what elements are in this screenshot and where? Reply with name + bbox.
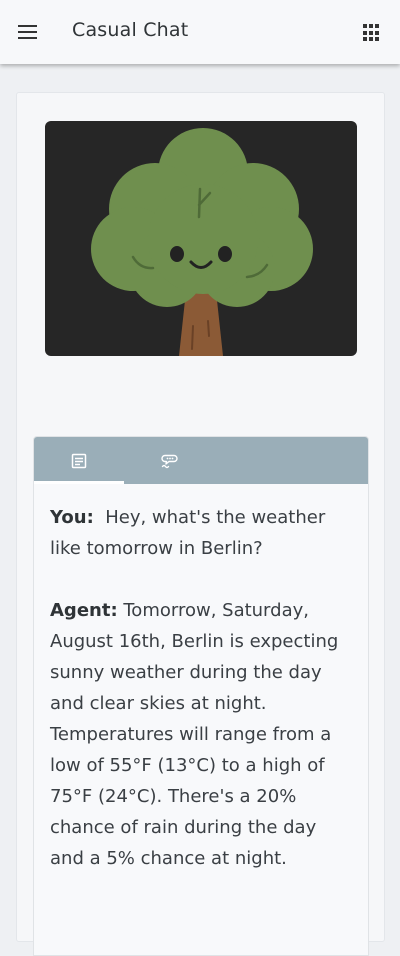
message-agent: Agent: Tomorrow, Saturday, August 16th, … <box>50 595 352 874</box>
message-text: Tomorrow, Saturday, August 16th, Berlin … <box>50 600 339 869</box>
transcript-panel: You: Hey, what's the weather like tomorr… <box>33 436 369 956</box>
tree-image <box>91 128 313 356</box>
message-speaker: You: <box>50 507 94 528</box>
tree-illustration <box>45 121 357 356</box>
voice-chat-icon <box>161 454 178 468</box>
tab-text-transcript[interactable] <box>34 437 124 484</box>
app-bar: Casual Chat <box>0 0 400 64</box>
transcript-text: You: Hey, what's the weather like tomorr… <box>34 484 368 874</box>
tab-bar <box>34 437 368 484</box>
message-user: You: Hey, what's the weather like tomorr… <box>50 502 352 564</box>
hamburger-menu-icon[interactable] <box>16 21 40 43</box>
document-text-icon <box>71 453 87 468</box>
tab-selected-indicator <box>34 481 124 484</box>
chat-card: You: Hey, what's the weather like tomorr… <box>16 92 385 956</box>
apps-grid-icon[interactable] <box>363 24 381 42</box>
message-speaker: Agent: <box>50 600 118 621</box>
tab-voice-chat[interactable] <box>124 437 214 484</box>
app-title: Casual Chat <box>72 19 189 41</box>
